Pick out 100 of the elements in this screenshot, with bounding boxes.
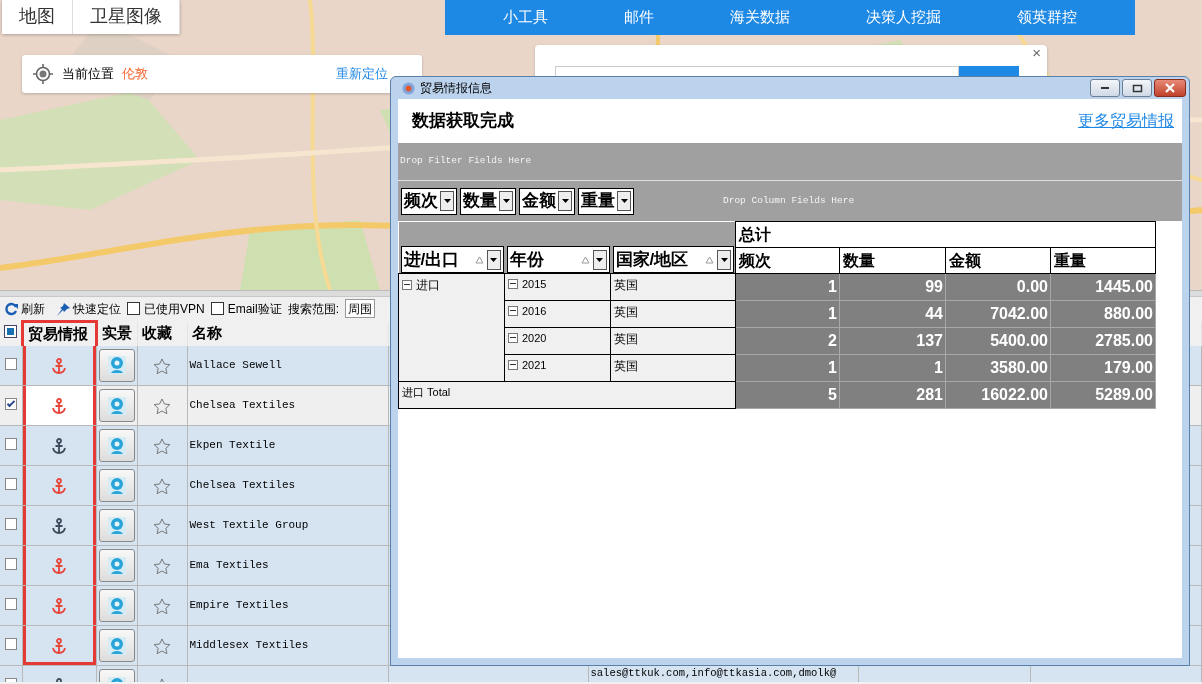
dropdown-icon[interactable] [499,191,513,211]
checkbox[interactable] [127,302,140,315]
nav-link[interactable]: 决策人挖掘 [866,6,941,29]
name-cell: Empire Textiles [187,585,388,626]
name-cell: Chelsea Textiles [187,385,388,426]
column-header[interactable]: 实景 [96,321,137,346]
row-checkbox[interactable] [4,517,17,530]
sort-icon[interactable] [474,255,484,264]
row-checkbox[interactable] [4,637,17,650]
collapse-icon[interactable] [508,306,518,316]
nav-link[interactable]: 海关数据 [730,6,790,29]
more-link[interactable]: 更多贸易情报 [1078,109,1174,133]
value-cell: 5400.00 [945,327,1051,355]
star-icon[interactable] [153,357,171,375]
value-cell: 1 [839,354,946,382]
row-field-button[interactable]: 国家/地区 [612,246,734,273]
anchor-icon[interactable] [51,517,67,535]
name-cell: Middlesex Textiles [187,625,388,666]
close-button[interactable]: × [1030,45,1043,61]
header-cell: 重量 [1050,247,1156,274]
street-view-button[interactable] [98,549,135,582]
street-view-button[interactable] [98,629,135,662]
data-field-button[interactable]: 频次 [401,187,457,215]
star-icon[interactable] [153,637,171,655]
row-checkbox[interactable] [4,557,17,570]
minimize-button[interactable] [1090,79,1120,97]
street-view-button[interactable] [98,429,135,462]
dropdown-icon[interactable] [617,191,631,211]
row-field-button[interactable]: 进/出口 [400,246,504,273]
quick-locate-button[interactable]: 快速定位 [55,299,121,318]
header-cell: 数量 [839,247,946,274]
nav-link[interactable]: 邮件 [624,6,654,29]
checkbox-label: 已使用VPN [144,300,205,318]
street-view-button[interactable] [98,348,135,382]
location-label: 当前位置 [62,65,114,84]
row-field-button[interactable]: 年份 [506,246,610,273]
collapse-icon[interactable] [508,279,518,289]
dropdown-icon[interactable] [717,249,731,270]
dropdown-icon[interactable] [558,191,572,211]
street-view-button[interactable] [98,469,135,502]
row-checkbox[interactable] [4,477,17,490]
data-field-button[interactable]: 重量 [578,187,634,215]
data-field-button[interactable]: 金额 [519,187,575,215]
select-all-checkbox[interactable] [4,325,17,339]
anchor-icon[interactable] [51,437,67,455]
collapse-icon[interactable] [402,280,412,290]
maximize-button[interactable] [1122,79,1152,97]
anchor-icon[interactable] [51,557,67,575]
anchor-icon[interactable] [51,597,67,615]
collapse-icon[interactable] [508,333,518,343]
total-label-cell: 进口 Total [398,381,736,409]
map-type-tab[interactable]: 地图 [2,0,73,34]
star-icon[interactable] [153,597,171,615]
anchor-icon[interactable] [51,357,67,375]
column-header[interactable]: 名称 [187,321,388,346]
map-type-tab[interactable]: 卫星图像 [73,0,180,34]
street-view-button[interactable] [98,509,135,542]
star-icon[interactable] [153,477,171,495]
dropdown-icon[interactable] [592,249,607,270]
refresh-button[interactable]: 刷新 [4,299,45,318]
close-button[interactable] [1154,79,1186,97]
sort-icon[interactable] [705,255,714,264]
star-icon[interactable] [153,557,171,575]
status-text: 数据获取完成 [412,110,514,133]
value-cell: 1445.00 [1050,273,1156,301]
checkbox[interactable] [210,302,224,315]
data-field-button[interactable]: 数量 [460,187,516,215]
city-name: 伦敦 [122,65,148,84]
webcam-icon [106,475,127,496]
dropdown-icon[interactable] [486,249,501,270]
row-checkbox[interactable] [4,597,17,610]
location-target-icon[interactable] [32,63,54,85]
street-view-button[interactable] [98,389,135,422]
anchor-icon[interactable] [51,397,67,415]
minimize-icon [1100,86,1110,90]
street-view-button[interactable] [98,589,135,622]
star-icon[interactable] [153,397,171,415]
value-cell: 1 [735,273,840,301]
nav-link[interactable]: 小工具 [503,6,548,29]
collapse-icon[interactable] [508,360,518,370]
name-cell: West Textile Group [187,505,388,546]
row-checkbox[interactable] [4,397,17,410]
pushpin-icon [55,301,71,316]
column-header[interactable]: 收藏 [137,321,187,346]
anchor-icon[interactable] [51,637,67,655]
relocate-link[interactable]: 重新定位 [336,64,388,84]
star-icon[interactable] [153,437,171,455]
scope-select[interactable]: 周围 [345,299,376,318]
window-title: 贸易情报信息 [420,80,492,97]
webcam-icon [106,515,127,536]
star-icon[interactable] [153,517,171,535]
row-checkbox[interactable] [4,357,17,370]
row-label: 2016 [522,305,547,317]
dropdown-icon[interactable] [440,191,454,211]
column-header[interactable]: 贸易情报 [22,321,96,346]
sort-icon[interactable] [580,255,590,264]
anchor-icon[interactable] [51,477,67,495]
nav-link[interactable]: 领英群控 [1017,6,1077,29]
row-checkbox[interactable] [4,437,17,450]
row-label: 2015 [522,278,547,290]
